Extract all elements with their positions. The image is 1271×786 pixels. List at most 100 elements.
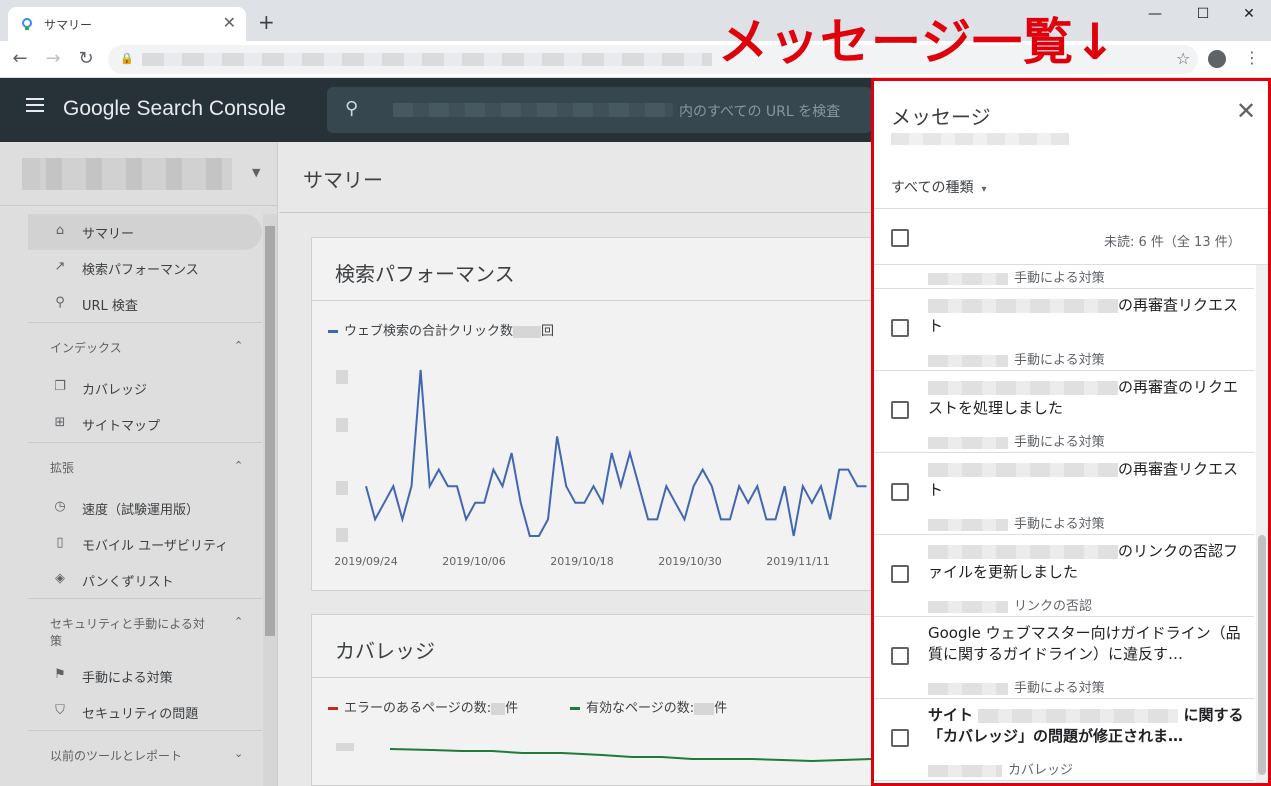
url-inspect-search[interactable]: ⚲ 内のすべての URL を検査 — [327, 87, 872, 133]
message-item-unread[interactable]: サイト に関する「カバレッジ」の問題が修正されま… カバレッジ — [874, 699, 1254, 781]
property-selector[interactable]: ▼ — [0, 142, 278, 206]
window-maximize-button[interactable]: ☐ — [1180, 2, 1226, 26]
message-title: のリンクの否認ファイルを更新しました — [928, 541, 1246, 583]
section-label: セキュリティと手動による対策 — [50, 617, 205, 648]
x-tick-label: 2019/10/18 — [550, 555, 613, 568]
search-placeholder: 内のすべての URL を検査 — [679, 104, 841, 120]
message-category: 手動による対策 — [1014, 435, 1105, 450]
home-icon: ⌂ — [55, 223, 65, 238]
sidebar-item-coverage[interactable]: ❐ カバレッジ — [0, 370, 262, 406]
chevron-up-icon: ⌃ — [234, 615, 244, 628]
new-tab-button[interactable]: + — [258, 10, 275, 34]
sidebar-item-label: 手動による対策 — [82, 671, 173, 686]
performance-card[interactable]: 検索パフォーマンス ウェブ検索の合計クリック数回 2019/09/24 2019/… — [311, 237, 872, 591]
tab-close-icon[interactable]: ✕ — [223, 13, 236, 33]
message-item[interactable]: Google ウェブマスター向けガイドライン（品質に関するガイドライン）に違反す… — [874, 617, 1254, 699]
sidebar-item-sitemaps[interactable]: ⊞ サイトマップ — [0, 406, 262, 442]
message-meta: カバレッジ — [928, 759, 1073, 778]
sidebar-item-mobile-usability[interactable]: ▯ モバイル ユーザビリティ — [0, 526, 262, 562]
message-title-prefix: サイト — [928, 706, 974, 724]
site-redacted — [928, 298, 1118, 313]
sidebar-section-index[interactable]: インデックス ⌃ — [28, 322, 262, 370]
message-meta: 手動による対策 — [928, 267, 1105, 286]
message-checkbox[interactable] — [891, 647, 909, 665]
sidebar-scroll-thumb[interactable] — [265, 226, 275, 636]
message-checkbox[interactable] — [891, 483, 909, 501]
dimmed-content: ▼ ⌂ サマリー ↗ 検索パフォーマンス ⚲ URL 検査 インデックス ⌃ ❐… — [0, 142, 872, 786]
lock-icon: 🔒 — [120, 52, 134, 65]
sidebar-item-summary[interactable]: ⌂ サマリー — [28, 214, 262, 250]
y-tick-redacted — [336, 481, 348, 495]
app-logo: Google Search Console — [63, 97, 286, 120]
property-redacted — [891, 133, 1069, 145]
date-redacted — [928, 764, 1002, 777]
profile-avatar-icon[interactable] — [1208, 50, 1226, 68]
message-checkbox[interactable] — [891, 565, 909, 583]
window-close-button[interactable]: ✕ — [1226, 2, 1271, 26]
message-meta: 手動による対策 — [928, 677, 1105, 696]
message-item[interactable]: の再審査リクエスト 手動による対策 — [874, 289, 1254, 371]
message-item[interactable]: のリンクの否認ファイルを更新しました リンクの否認 — [874, 535, 1254, 617]
select-all-checkbox[interactable] — [891, 229, 909, 247]
breadcrumb-icon: ◈ — [55, 571, 65, 586]
close-icon[interactable]: ✕ — [1236, 97, 1256, 125]
y-tick-redacted — [336, 743, 354, 751]
x-tick-label: 2019/10/06 — [442, 555, 505, 568]
message-checkbox[interactable] — [891, 319, 909, 337]
sidebar-item-url-inspection[interactable]: ⚲ URL 検査 — [0, 286, 262, 322]
site-redacted — [928, 380, 1118, 395]
hamburger-menu-icon[interactable] — [26, 98, 44, 112]
y-tick-redacted — [336, 418, 348, 432]
date-redacted — [928, 354, 1008, 367]
coverage-card[interactable]: カバレッジ エラーのあるページの数: 件 有効なページの数: 件 — [311, 614, 872, 786]
sidebar-scrollbar[interactable] — [263, 214, 277, 786]
site-redacted — [978, 708, 1179, 723]
annotation-label: メッセージ一覧↓ — [718, 13, 1117, 71]
site-redacted — [928, 544, 1118, 559]
sidebar-item-security-issues[interactable]: ⛉ セキュリティの問題 — [0, 694, 262, 730]
back-button[interactable]: ← — [9, 48, 31, 70]
message-checkbox[interactable] — [891, 401, 909, 419]
sidebar-item-speed[interactable]: ◷ 速度（試験運用版） — [0, 490, 262, 526]
message-item[interactable]: 手動による対策 — [874, 265, 1254, 289]
browser-menu-icon[interactable]: ⋮ — [1244, 48, 1260, 68]
sidebar-item-label: サマリー — [82, 227, 135, 242]
site-redacted — [928, 462, 1118, 477]
url-redacted — [142, 53, 712, 66]
reload-button[interactable]: ↻ — [75, 48, 97, 70]
message-item[interactable]: の再審査のリクエストを処理しました 手動による対策 — [874, 371, 1254, 453]
browser-tab[interactable]: サマリー ✕ — [8, 7, 246, 41]
sidebar-item-label: モバイル ユーザビリティ — [82, 539, 229, 554]
sidebar-item-breadcrumbs[interactable]: ◈ パンくずリスト — [0, 562, 262, 598]
sidebar-section-legacy[interactable]: 以前のツールとレポート ⌄ — [28, 730, 262, 778]
panel-title: メッセージ — [891, 105, 991, 129]
speed-icon: ◷ — [54, 499, 66, 514]
date-redacted — [928, 682, 1008, 695]
forward-button[interactable]: → — [42, 48, 64, 70]
flag-icon: ⚑ — [54, 667, 66, 682]
message-list: 手動による対策 の再審査リクエスト 手動による対策 の再審査のリクエストを処理し… — [874, 265, 1254, 783]
bookmark-star-icon[interactable]: ☆ — [1176, 49, 1190, 68]
messages-scroll-thumb[interactable] — [1258, 535, 1266, 775]
date-redacted — [928, 272, 1008, 285]
search-property-redacted — [393, 103, 673, 117]
sidebar-section-enhancements[interactable]: 拡張 ⌃ — [28, 442, 262, 490]
message-category: リンクの否認 — [1014, 599, 1093, 614]
message-type-filter[interactable]: すべての種類 ▾ — [891, 177, 987, 197]
message-item[interactable]: の再審査リクエスト 手動による対策 — [874, 453, 1254, 535]
property-name-redacted — [22, 158, 232, 190]
messages-scrollbar[interactable] — [1256, 265, 1268, 783]
section-label: 以前のツールとレポート — [50, 749, 183, 763]
search-icon: ⚲ — [345, 98, 359, 119]
message-category: 手動による対策 — [1014, 681, 1105, 696]
message-title: サイト に関する「カバレッジ」の問題が修正されま… — [928, 705, 1246, 747]
sidebar-item-label: カバレッジ — [82, 383, 148, 398]
message-checkbox[interactable] — [891, 729, 909, 747]
messages-panel: メッセージ ✕ すべての種類 ▾ 未読: 6 件（全 13 件） 手動による対策 … — [871, 78, 1271, 786]
window-minimize-button[interactable]: — — [1132, 2, 1178, 26]
page-title: サマリー — [303, 168, 383, 192]
sidebar-item-performance[interactable]: ↗ 検索パフォーマンス — [0, 250, 262, 286]
sidebar-section-security[interactable]: セキュリティと手動による対策 ⌃ — [28, 598, 262, 658]
sidebar-item-manual-actions[interactable]: ⚑ 手動による対策 — [0, 658, 262, 694]
mobile-icon: ▯ — [56, 535, 64, 550]
